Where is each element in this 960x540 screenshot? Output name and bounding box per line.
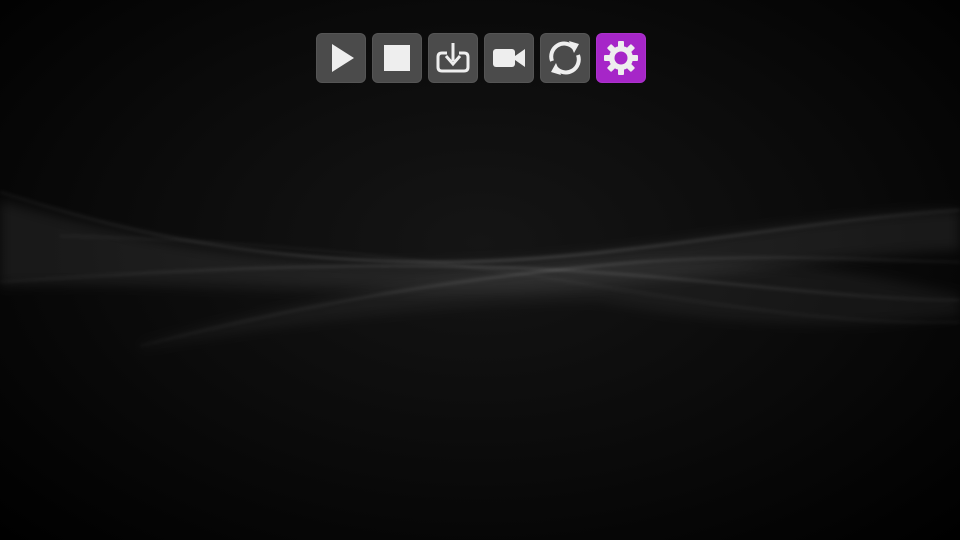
refresh-icon (549, 41, 581, 75)
play-icon (332, 44, 354, 72)
video-camera-icon (493, 49, 525, 67)
stop-button[interactable] (372, 33, 422, 83)
download-tray-icon (436, 43, 470, 73)
xmb-toolbar (316, 33, 646, 83)
refresh-button[interactable] (540, 33, 590, 83)
record-button[interactable] (484, 33, 534, 83)
settings-button[interactable] (596, 33, 646, 83)
xmb-screen (0, 0, 960, 540)
gear-icon (604, 41, 638, 75)
stop-icon (384, 45, 410, 71)
play-button[interactable] (316, 33, 366, 83)
download-button[interactable] (428, 33, 478, 83)
